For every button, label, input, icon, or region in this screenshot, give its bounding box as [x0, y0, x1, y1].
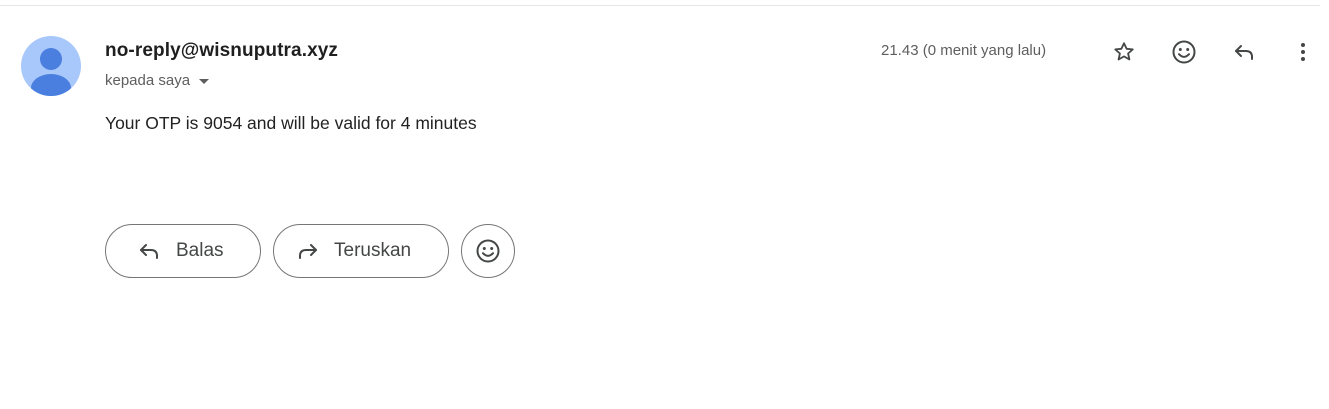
recipient-label: kepada saya [105, 72, 191, 89]
caret-down-icon [199, 79, 210, 84]
reply-header-button[interactable] [1224, 32, 1264, 72]
add-emoji-reaction-button[interactable] [461, 224, 515, 278]
reply-button[interactable]: Balas [105, 224, 261, 278]
reply-icon [1235, 45, 1253, 60]
header-divider [0, 5, 1320, 6]
add-reaction-button[interactable] [1164, 32, 1204, 72]
forward-button[interactable]: Teruskan [273, 224, 449, 278]
add-emoji-icon [476, 239, 500, 263]
star-button[interactable] [1104, 32, 1144, 72]
forward-icon [299, 244, 317, 259]
sender-avatar[interactable] [21, 36, 81, 96]
forward-button-label: Teruskan [334, 240, 412, 261]
more-vert-icon [1301, 43, 1305, 61]
recipient-details-toggle[interactable]: kepada saya [105, 72, 210, 89]
reply-icon [140, 244, 158, 259]
reply-button-label: Balas [176, 240, 224, 261]
star-icon [1114, 42, 1134, 61]
message-timestamp: 21.43 (0 menit yang lalu) [881, 42, 1047, 59]
message-body: Your OTP is 9054 and will be valid for 4… [105, 113, 477, 133]
person-icon [31, 48, 71, 96]
emoji-reaction-icon [1172, 40, 1196, 64]
more-options-button[interactable] [1283, 32, 1323, 72]
sender-address: no-reply@wisnuputra.xyz [105, 40, 339, 61]
